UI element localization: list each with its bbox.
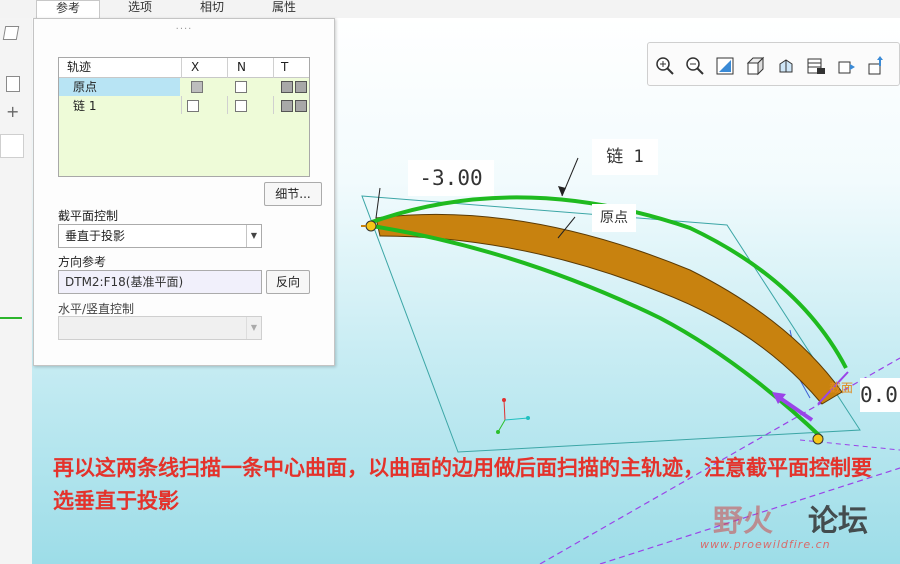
section-control-value: 垂直于投影 [65, 229, 126, 243]
row-name: 链 1 [73, 99, 97, 113]
dimension-callout[interactable]: -3.00 [408, 160, 494, 196]
triad-x [497, 419, 506, 433]
header-n: N [237, 60, 246, 74]
start-point [365, 220, 377, 232]
dimension-leader [375, 187, 381, 219]
surface-callout: 截面 [828, 381, 853, 395]
section-control-label: 截平面控制 [58, 209, 119, 223]
top-tab-bar: 参考 选项 相切 属性 [0, 0, 900, 19]
saved-views-icon[interactable] [776, 56, 796, 76]
table-header: 轨迹 X N T [59, 58, 309, 78]
triad-x-end [496, 430, 500, 434]
origin-callout[interactable]: 原点 [592, 204, 636, 232]
appearance-icon[interactable] [806, 56, 826, 76]
table-row[interactable]: 链 1 [59, 97, 309, 115]
references-panel: .... 轨迹 X N T 原点 链 1 细节... 截平面控制 垂直于投影 ▼… [33, 18, 335, 366]
triad-z [504, 417, 529, 421]
hv-control-label: 水平/竖直控制 [58, 302, 135, 316]
green-marker [0, 317, 22, 319]
direction-ref-label: 方向参考 [58, 255, 107, 269]
tab-options[interactable]: 选项 [110, 0, 170, 18]
tab-tangency[interactable]: 相切 [182, 0, 242, 18]
strip-box [0, 134, 24, 158]
trajectory-table: 轨迹 X N T 原点 链 1 [58, 57, 310, 177]
triad-y [503, 399, 506, 421]
t-checkbox-2[interactable] [295, 81, 307, 93]
view-toolbar [647, 42, 900, 86]
triad-z-end [526, 416, 530, 420]
t-checkbox-2[interactable] [295, 100, 307, 112]
table-row[interactable]: 原点 [59, 78, 309, 96]
direction-ref-field[interactable]: DTM2:F18(基准平面) [58, 270, 262, 294]
chain-callout[interactable]: 链 1 [592, 139, 658, 175]
section-control-select[interactable]: 垂直于投影 ▼ [58, 224, 262, 248]
chain-leader-arrow [558, 186, 566, 196]
t-checkbox[interactable] [281, 100, 293, 112]
hv-control-select[interactable]: ▼ [58, 316, 262, 340]
view-cube-icon[interactable] [745, 56, 765, 76]
n-checkbox[interactable] [235, 100, 247, 112]
edit-icon[interactable] [2, 26, 20, 40]
refit-icon[interactable] [715, 56, 735, 76]
x-checkbox[interactable] [187, 100, 199, 112]
zoom-in-icon[interactable] [655, 56, 675, 76]
view-normal-icon[interactable] [836, 56, 856, 76]
n-checkbox[interactable] [235, 81, 247, 93]
forum-logo-part2: 论坛 [808, 504, 868, 539]
end-point [812, 433, 824, 445]
chevron-down-icon[interactable]: ▼ [246, 317, 261, 339]
spin-center-icon[interactable] [866, 56, 886, 76]
flip-button[interactable]: 反向 [266, 270, 310, 294]
tab-properties[interactable]: 属性 [254, 0, 314, 18]
triad-y-end [502, 398, 506, 402]
row-name: 原点 [73, 80, 98, 94]
model-tree-icon[interactable] [6, 76, 20, 92]
t-checkbox[interactable] [281, 81, 293, 93]
left-toolbar-strip: + [0, 18, 33, 564]
header-t: T [281, 60, 289, 74]
dimension2-callout[interactable]: 0.0 [860, 378, 900, 412]
tab-references[interactable]: 参考 [36, 0, 100, 19]
details-button[interactable]: 细节... [264, 182, 322, 206]
forum-url: www.proewildfire.cn [700, 538, 831, 551]
zoom-out-icon[interactable] [685, 56, 705, 76]
header-x: X [191, 60, 200, 74]
forum-logo-part1: 野火 [713, 504, 773, 539]
add-icon[interactable]: + [6, 104, 19, 120]
header-trajectory: 轨迹 [67, 60, 92, 74]
x-checkbox[interactable] [191, 81, 203, 93]
panel-grip[interactable]: .... [34, 21, 334, 32]
direction-ref-value: DTM2:F18(基准平面) [65, 275, 184, 289]
chevron-down-icon[interactable]: ▼ [246, 225, 261, 247]
